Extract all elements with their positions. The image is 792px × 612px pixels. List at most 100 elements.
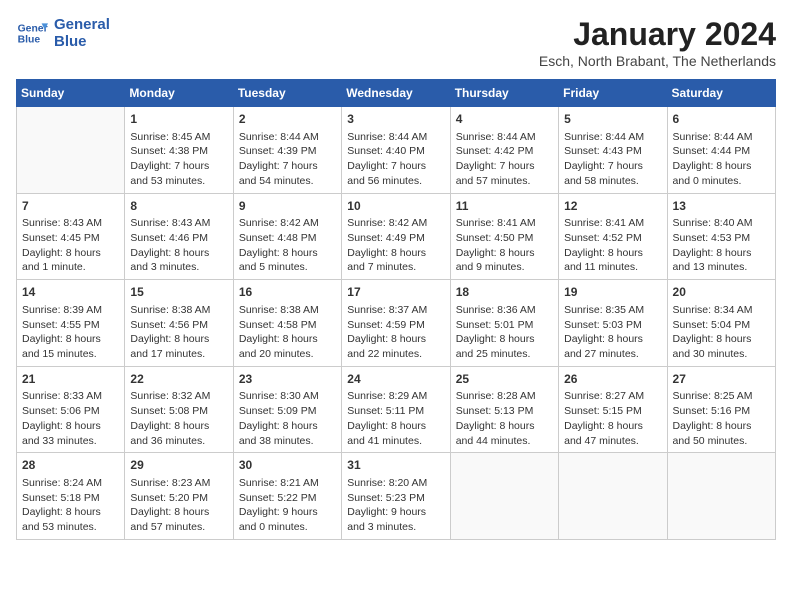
day-number: 21 <box>22 371 119 388</box>
calendar-day: 18 Sunrise: 8:36 AMSunset: 5:01 PMDayligh… <box>450 280 558 367</box>
calendar-week-1: 7Sunrise: 8:43 AMSunset: 4:45 PMDaylight… <box>17 193 776 280</box>
day-info: Sunrise: 8:25 AMSunset: 5:16 PMDaylight:… <box>673 389 770 448</box>
calendar-week-3: 21Sunrise: 8:33 AMSunset: 5:06 PMDayligh… <box>17 366 776 453</box>
calendar-week-2: 14 Sunrise: 8:39 AMSunset: 4:55 PMDayligh… <box>17 280 776 367</box>
calendar-day: 25Sunrise: 8:28 AMSunset: 5:13 PMDayligh… <box>450 366 558 453</box>
day-number: 24 <box>347 371 444 388</box>
calendar-day: 21Sunrise: 8:33 AMSunset: 5:06 PMDayligh… <box>17 366 125 453</box>
day-number: 26 <box>564 371 661 388</box>
day-info: Sunrise: 8:32 AMSunset: 5:08 PMDaylight:… <box>130 389 227 448</box>
svg-text:Blue: Blue <box>18 35 41 46</box>
day-number: 20 <box>673 284 770 301</box>
calendar-day: 26Sunrise: 8:27 AMSunset: 5:15 PMDayligh… <box>559 366 667 453</box>
day-info: Sunrise: 8:20 AMSunset: 5:23 PMDaylight:… <box>347 476 444 535</box>
weekday-header-friday: Friday <box>559 80 667 107</box>
day-number: 13 <box>673 198 770 215</box>
day-info: Sunrise: 8:44 AMSunset: 4:42 PMDaylight:… <box>456 130 553 189</box>
calendar-day: 30Sunrise: 8:21 AMSunset: 5:22 PMDayligh… <box>233 453 341 540</box>
day-number: 4 <box>456 111 553 128</box>
day-info: Sunrise: 8:35 AMSunset: 5:03 PMDaylight:… <box>564 303 661 362</box>
calendar-day: 7Sunrise: 8:43 AMSunset: 4:45 PMDaylight… <box>17 193 125 280</box>
calendar-week-4: 28 Sunrise: 8:24 AMSunset: 5:18 PMDayligh… <box>17 453 776 540</box>
weekday-header-saturday: Saturday <box>667 80 775 107</box>
calendar-day: 2 Sunrise: 8:44 AMSunset: 4:39 PMDaylight… <box>233 107 341 194</box>
day-number: 5 <box>564 111 661 128</box>
calendar-day: 22Sunrise: 8:32 AMSunset: 5:08 PMDayligh… <box>125 366 233 453</box>
weekday-header-row: SundayMondayTuesdayWednesdayThursdayFrid… <box>17 80 776 107</box>
day-info: Sunrise: 8:41 AMSunset: 4:52 PMDaylight:… <box>564 216 661 275</box>
weekday-header-thursday: Thursday <box>450 80 558 107</box>
weekday-header-sunday: Sunday <box>17 80 125 107</box>
day-info: Sunrise: 8:34 AMSunset: 5:04 PMDaylight:… <box>673 303 770 362</box>
day-number: 2 <box>239 111 336 128</box>
day-info: Sunrise: 8:40 AMSunset: 4:53 PMDaylight:… <box>673 216 770 275</box>
day-number: 15 <box>130 284 227 301</box>
day-info: Sunrise: 8:44 AMSunset: 4:44 PMDaylight:… <box>673 130 770 189</box>
day-info: Sunrise: 8:45 AMSunset: 4:38 PMDaylight:… <box>130 130 227 189</box>
calendar-day: 6 Sunrise: 8:44 AMSunset: 4:44 PMDaylight… <box>667 107 775 194</box>
logo-line1: General <box>54 16 110 33</box>
day-info: Sunrise: 8:44 AMSunset: 4:43 PMDaylight:… <box>564 130 661 189</box>
day-number: 7 <box>22 198 119 215</box>
day-info: Sunrise: 8:38 AMSunset: 4:56 PMDaylight:… <box>130 303 227 362</box>
day-info: Sunrise: 8:24 AMSunset: 5:18 PMDaylight:… <box>22 476 119 535</box>
day-number: 11 <box>456 198 553 215</box>
page-header: General Blue General Blue January 2024 E… <box>16 16 776 69</box>
day-info: Sunrise: 8:42 AMSunset: 4:48 PMDaylight:… <box>239 216 336 275</box>
day-info: Sunrise: 8:29 AMSunset: 5:11 PMDaylight:… <box>347 389 444 448</box>
logo-icon: General Blue <box>16 17 48 49</box>
day-info: Sunrise: 8:44 AMSunset: 4:39 PMDaylight:… <box>239 130 336 189</box>
day-number: 1 <box>130 111 227 128</box>
calendar-day <box>450 453 558 540</box>
calendar-day: 28 Sunrise: 8:24 AMSunset: 5:18 PMDayligh… <box>17 453 125 540</box>
day-info: Sunrise: 8:33 AMSunset: 5:06 PMDaylight:… <box>22 389 119 448</box>
day-number: 31 <box>347 457 444 474</box>
calendar-day: 23Sunrise: 8:30 AMSunset: 5:09 PMDayligh… <box>233 366 341 453</box>
day-info: Sunrise: 8:41 AMSunset: 4:50 PMDaylight:… <box>456 216 553 275</box>
day-number: 17 <box>347 284 444 301</box>
day-info: Sunrise: 8:42 AMSunset: 4:49 PMDaylight:… <box>347 216 444 275</box>
calendar-day: 4 Sunrise: 8:44 AMSunset: 4:42 PMDaylight… <box>450 107 558 194</box>
calendar-day: 9Sunrise: 8:42 AMSunset: 4:48 PMDaylight… <box>233 193 341 280</box>
title-block: January 2024 Esch, North Brabant, The Ne… <box>539 16 776 69</box>
month-title: January 2024 <box>539 16 776 53</box>
day-info: Sunrise: 8:38 AMSunset: 4:58 PMDaylight:… <box>239 303 336 362</box>
day-info: Sunrise: 8:37 AMSunset: 4:59 PMDaylight:… <box>347 303 444 362</box>
day-number: 18 <box>456 284 553 301</box>
calendar-day <box>559 453 667 540</box>
day-number: 30 <box>239 457 336 474</box>
day-info: Sunrise: 8:27 AMSunset: 5:15 PMDaylight:… <box>564 389 661 448</box>
day-info: Sunrise: 8:43 AMSunset: 4:45 PMDaylight:… <box>22 216 119 275</box>
day-info: Sunrise: 8:28 AMSunset: 5:13 PMDaylight:… <box>456 389 553 448</box>
day-number: 14 <box>22 284 119 301</box>
calendar-day: 19Sunrise: 8:35 AMSunset: 5:03 PMDayligh… <box>559 280 667 367</box>
day-info: Sunrise: 8:39 AMSunset: 4:55 PMDaylight:… <box>22 303 119 362</box>
day-number: 23 <box>239 371 336 388</box>
logo-line2: Blue <box>54 33 110 50</box>
calendar-day: 17 Sunrise: 8:37 AMSunset: 4:59 PMDayligh… <box>342 280 450 367</box>
location-subtitle: Esch, North Brabant, The Netherlands <box>539 53 776 69</box>
calendar-day <box>667 453 775 540</box>
calendar-day: 11Sunrise: 8:41 AMSunset: 4:50 PMDayligh… <box>450 193 558 280</box>
day-number: 16 <box>239 284 336 301</box>
calendar-day: 29 Sunrise: 8:23 AMSunset: 5:20 PMDayligh… <box>125 453 233 540</box>
day-info: Sunrise: 8:36 AMSunset: 5:01 PMDaylight:… <box>456 303 553 362</box>
calendar-week-0: 1 Sunrise: 8:45 AMSunset: 4:38 PMDaylight… <box>17 107 776 194</box>
day-number: 12 <box>564 198 661 215</box>
calendar-day: 13Sunrise: 8:40 AMSunset: 4:53 PMDayligh… <box>667 193 775 280</box>
calendar-day <box>17 107 125 194</box>
calendar-day: 20 Sunrise: 8:34 AMSunset: 5:04 PMDayligh… <box>667 280 775 367</box>
day-info: Sunrise: 8:23 AMSunset: 5:20 PMDaylight:… <box>130 476 227 535</box>
calendar-day: 16 Sunrise: 8:38 AMSunset: 4:58 PMDayligh… <box>233 280 341 367</box>
day-number: 28 <box>22 457 119 474</box>
day-number: 29 <box>130 457 227 474</box>
day-number: 27 <box>673 371 770 388</box>
day-info: Sunrise: 8:30 AMSunset: 5:09 PMDaylight:… <box>239 389 336 448</box>
day-number: 25 <box>456 371 553 388</box>
day-number: 6 <box>673 111 770 128</box>
calendar-day: 5 Sunrise: 8:44 AMSunset: 4:43 PMDaylight… <box>559 107 667 194</box>
calendar-table: SundayMondayTuesdayWednesdayThursdayFrid… <box>16 79 776 540</box>
weekday-header-tuesday: Tuesday <box>233 80 341 107</box>
day-number: 8 <box>130 198 227 215</box>
calendar-day: 31 Sunrise: 8:20 AMSunset: 5:23 PMDayligh… <box>342 453 450 540</box>
